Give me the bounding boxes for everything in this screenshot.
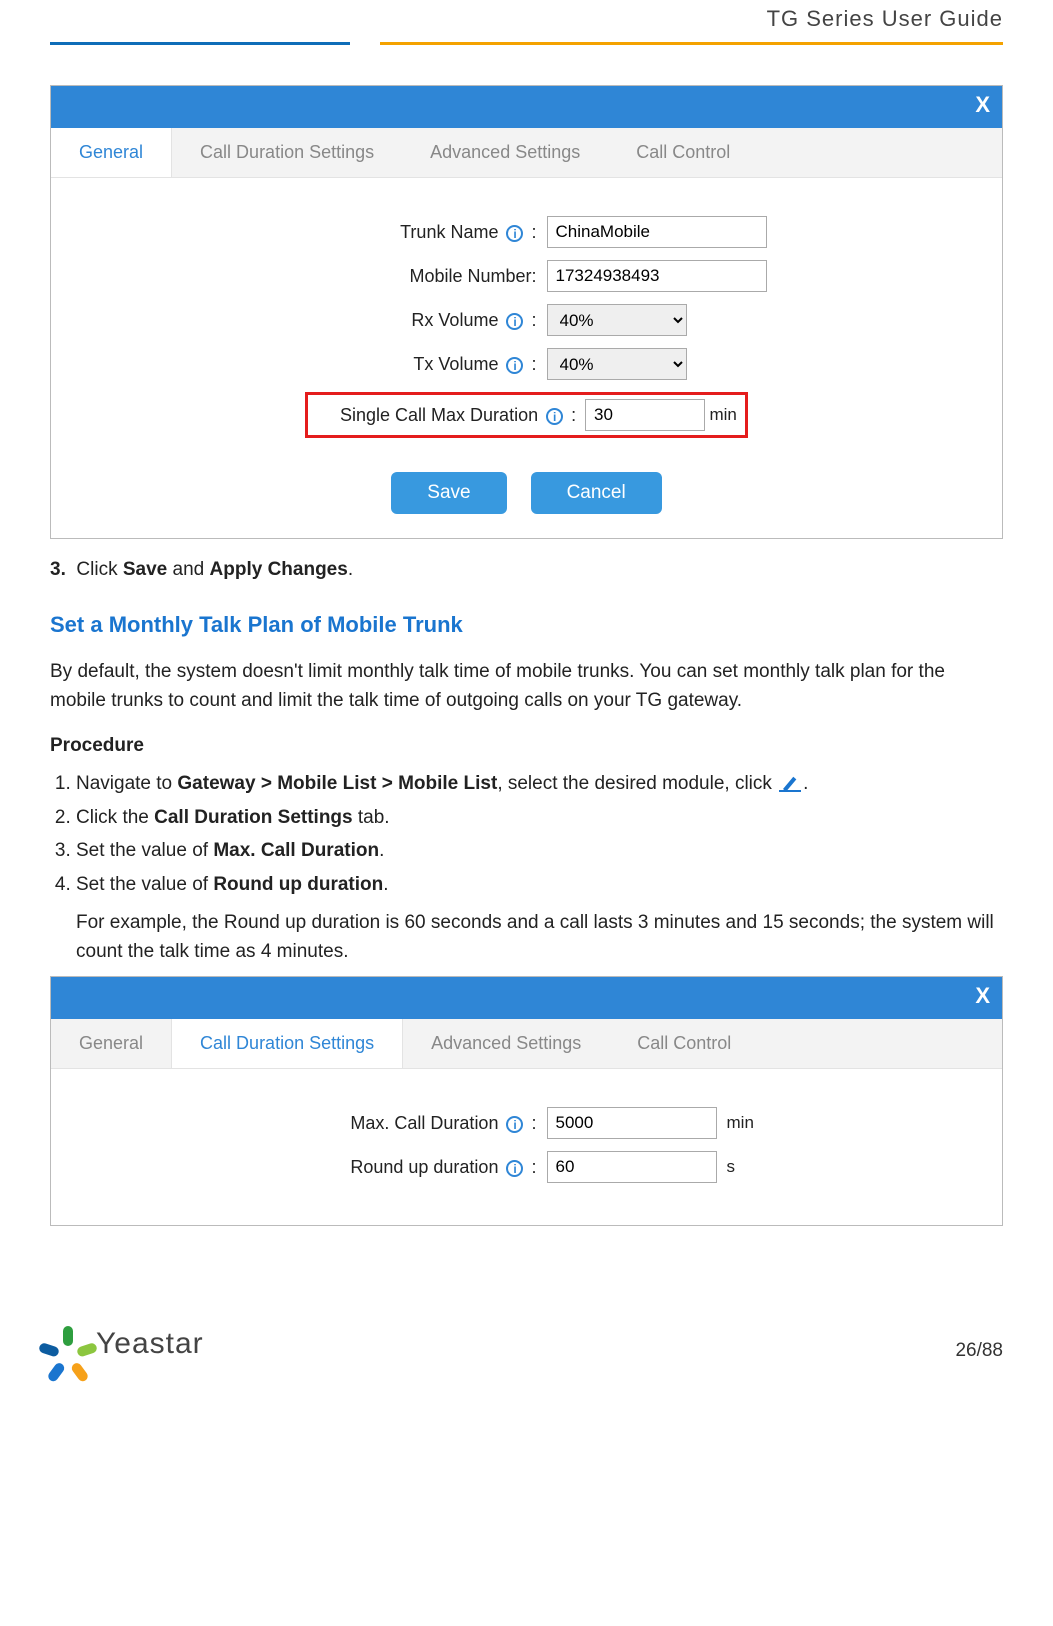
page-number: 26/88 <box>955 1340 1003 1362</box>
tab-call-duration[interactable]: Call Duration Settings <box>172 128 402 177</box>
tabstrip: General Call Duration Settings Advanced … <box>51 128 1002 178</box>
mobile-number-label: Mobile Number: <box>167 266 537 287</box>
tx-volume-label: Tx Volume i : <box>167 354 537 375</box>
panel-titlebar: X <box>51 86 1002 128</box>
tab-call-control[interactable]: Call Control <box>609 1019 759 1068</box>
round-up-duration-unit: s <box>727 1157 736 1177</box>
tab-advanced[interactable]: Advanced Settings <box>402 128 608 177</box>
section-intro: By default, the system doesn't limit mon… <box>50 658 1003 715</box>
tab-general[interactable]: General <box>51 1019 172 1068</box>
step-3-save-apply: 3. Click Save and Apply Changes. <box>50 555 1003 584</box>
cancel-button[interactable]: Cancel <box>531 472 662 514</box>
round-up-duration-label: Round up duration i : <box>167 1157 537 1178</box>
panel-titlebar: X <box>51 977 1002 1019</box>
save-button[interactable]: Save <box>391 472 506 514</box>
trunk-name-input[interactable] <box>547 216 767 248</box>
info-icon[interactable]: i <box>506 225 523 242</box>
header-rule <box>50 42 1003 45</box>
procedure-list: Navigate to Gateway > Mobile List > Mobi… <box>50 769 1003 899</box>
procedure-step-4: Set the value of Round up duration. <box>76 870 1003 899</box>
procedure-label: Procedure <box>50 735 1003 757</box>
single-call-max-unit: min <box>709 405 736 425</box>
info-icon[interactable]: i <box>506 313 523 330</box>
close-icon[interactable]: X <box>975 983 990 1009</box>
yeastar-logo: Yeastar <box>50 1326 204 1362</box>
close-icon[interactable]: X <box>975 92 990 118</box>
procedure-step-3: Set the value of Max. Call Duration. <box>76 836 1003 865</box>
doc-title: TG Series User Guide <box>50 6 1003 32</box>
round-up-duration-input[interactable] <box>547 1151 717 1183</box>
info-icon[interactable]: i <box>506 1160 523 1177</box>
tab-call-control[interactable]: Call Control <box>608 128 758 177</box>
logo-text: Yeastar <box>96 1327 204 1361</box>
mobile-number-input[interactable] <box>547 260 767 292</box>
trunk-name-label: Trunk Name i : <box>167 222 537 243</box>
tab-call-duration[interactable]: Call Duration Settings <box>172 1019 403 1068</box>
procedure-step-1: Navigate to Gateway > Mobile List > Mobi… <box>76 769 1003 798</box>
max-call-duration-label: Max. Call Duration i : <box>167 1113 537 1134</box>
procedure-step-2: Click the Call Duration Settings tab. <box>76 803 1003 832</box>
edit-icon <box>777 774 803 792</box>
info-icon[interactable]: i <box>546 408 563 425</box>
max-call-duration-input[interactable] <box>547 1107 717 1139</box>
section-heading: Set a Monthly Talk Plan of Mobile Trunk <box>50 612 1003 638</box>
tx-volume-select[interactable]: 40% <box>547 348 687 380</box>
single-call-max-label: Single Call Max Duration <box>340 405 538 425</box>
rx-volume-select[interactable]: 40% <box>547 304 687 336</box>
call-duration-panel: X General Call Duration Settings Advance… <box>50 976 1003 1226</box>
tab-general[interactable]: General <box>51 128 172 177</box>
rx-volume-label: Rx Volume i : <box>167 310 537 331</box>
info-icon[interactable]: i <box>506 357 523 374</box>
procedure-step-4-note: For example, the Round up duration is 60… <box>76 909 1003 966</box>
tabstrip: General Call Duration Settings Advanced … <box>51 1019 1002 1069</box>
logo-mark-icon <box>50 1326 86 1362</box>
info-icon[interactable]: i <box>506 1116 523 1133</box>
max-call-duration-unit: min <box>727 1113 754 1133</box>
single-call-max-highlight: Single Call Max Duration i : min <box>305 392 748 438</box>
tab-advanced[interactable]: Advanced Settings <box>403 1019 609 1068</box>
general-settings-panel: X General Call Duration Settings Advance… <box>50 85 1003 539</box>
single-call-max-input[interactable] <box>585 399 705 431</box>
